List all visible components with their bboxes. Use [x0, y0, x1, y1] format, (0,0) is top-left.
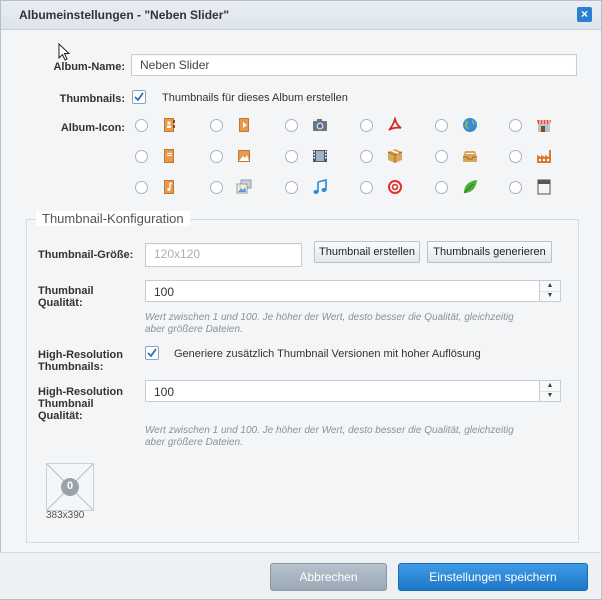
thumbnails-generate-button[interactable]: Thumbnails generieren — [427, 241, 552, 263]
thumbnail-quality-help-2: aber größere Dateien. — [145, 324, 243, 335]
leaf-icon — [463, 180, 477, 194]
address-book-icon — [164, 118, 175, 132]
spinner-arrows: ▲ ▼ — [539, 281, 560, 301]
save-settings-button[interactable]: Einstellungen speichern — [398, 563, 588, 591]
icon-radio-3-6[interactable] — [509, 181, 522, 194]
camera-icon — [313, 119, 327, 131]
shop-icon — [537, 120, 551, 132]
icon-radio-2-3[interactable] — [285, 150, 298, 163]
spinner-down-icon[interactable]: ▼ — [540, 391, 560, 401]
icon-radio-2-2[interactable] — [210, 150, 223, 163]
mouse-cursor-icon — [58, 43, 71, 61]
hires-thumbnails-label-2: Thumbnails: — [38, 361, 104, 373]
hires-thumbnails-checkbox[interactable] — [145, 346, 159, 360]
icon-radio-1-1[interactable] — [135, 119, 148, 132]
hires-thumbnails-label-1: High-Resolution — [38, 349, 123, 361]
music-book-icon — [164, 180, 174, 194]
box-icon — [387, 149, 403, 163]
notebook-icon — [164, 149, 174, 163]
thumbnail-create-button[interactable]: Thumbnail erstellen — [314, 241, 420, 263]
thumbnail-size-input[interactable]: 120x120 — [145, 243, 302, 267]
icon-radio-2-6[interactable] — [509, 150, 522, 163]
icon-radio-1-5[interactable] — [435, 119, 448, 132]
music-note-icon — [313, 179, 327, 194]
thumbnail-quality-value: 100 — [154, 285, 175, 299]
preview-badge: 0 — [66, 480, 74, 492]
thumbnail-quality-label-1: Thumbnail — [38, 285, 94, 297]
icon-radio-3-3[interactable] — [285, 181, 298, 194]
hires-quality-value: 100 — [154, 385, 175, 399]
document-icon — [537, 179, 551, 195]
cancel-button[interactable]: Abbrechen — [270, 563, 387, 591]
icon-radio-2-4[interactable] — [360, 150, 373, 163]
book-play-icon — [239, 118, 249, 132]
thumbnail-preview[interactable]: 0 — [46, 463, 94, 511]
check-icon — [147, 348, 157, 358]
icon-radio-3-2[interactable] — [210, 181, 223, 194]
factory-icon — [537, 150, 551, 163]
spinner-down-icon[interactable]: ▼ — [540, 291, 560, 301]
thumbnail-quality-label-2: Qualität: — [38, 297, 83, 309]
icon-radio-1-3[interactable] — [285, 119, 298, 132]
thumbnails-label: Thumbnails: — [59, 93, 125, 105]
preview-size-label: 383x390 — [46, 510, 85, 521]
close-icon: × — [580, 7, 588, 21]
dialog-titlebar: Albumeinstellungen - "Neben Slider" × — [1, 1, 601, 30]
globe-icon — [463, 118, 477, 132]
icon-radio-2-5[interactable] — [435, 150, 448, 163]
hires-quality-help-1: Wert zwischen 1 und 100. Je höher der We… — [145, 425, 514, 436]
icon-radio-3-4[interactable] — [360, 181, 373, 194]
icon-radio-1-2[interactable] — [210, 119, 223, 132]
thumbnail-config-legend: Thumbnail-Konfiguration — [36, 211, 190, 226]
icon-radio-3-1[interactable] — [135, 181, 148, 194]
album-name-input[interactable]: Neben Slider — [131, 54, 577, 76]
thumbnails-checkbox-text: Thumbnails für dieses Album erstellen — [162, 92, 348, 104]
spinner-arrows: ▲ ▼ — [539, 381, 560, 401]
album-icon-label: Album-Icon: — [60, 122, 125, 134]
icon-radio-1-4[interactable] — [360, 119, 373, 132]
check-icon — [134, 92, 144, 102]
close-button[interactable]: × — [577, 7, 592, 22]
dialog-footer: Abbrechen Einstellungen speichern — [0, 552, 600, 599]
inbox-icon — [463, 151, 477, 162]
hires-quality-spinner[interactable]: 100 ▲ ▼ — [145, 380, 561, 402]
icon-radio-2-1[interactable] — [135, 150, 148, 163]
hires-quality-label-3: Qualität: — [38, 410, 83, 422]
thumbnail-size-placeholder: 120x120 — [154, 247, 201, 261]
hires-quality-label-1: High-Resolution — [38, 386, 123, 398]
icon-radio-1-6[interactable] — [509, 119, 522, 132]
album-name-value: Neben Slider — [140, 58, 210, 72]
pdf-icon — [388, 117, 402, 131]
album-name-label: Album-Name: — [53, 61, 125, 73]
thumbnail-size-label: Thumbnail-Größe: — [38, 249, 134, 261]
film-icon — [313, 150, 327, 162]
target-icon — [388, 180, 402, 194]
thumbnails-checkbox[interactable] — [132, 90, 146, 104]
hires-quality-help-2: aber größere Dateien. — [145, 437, 243, 448]
dialog-title: Albumeinstellungen - "Neben Slider" — [19, 8, 230, 22]
hires-quality-label-2: Thumbnail — [38, 398, 94, 410]
hires-thumbnails-text: Generiere zusätzlich Thumbnail Versionen… — [174, 348, 481, 360]
thumbnail-quality-help-1: Wert zwischen 1 und 100. Je höher der We… — [145, 312, 514, 323]
icon-radio-3-5[interactable] — [435, 181, 448, 194]
picture-icon — [238, 150, 250, 162]
images-icon — [236, 179, 252, 194]
thumbnail-quality-spinner[interactable]: 100 ▲ ▼ — [145, 280, 561, 302]
